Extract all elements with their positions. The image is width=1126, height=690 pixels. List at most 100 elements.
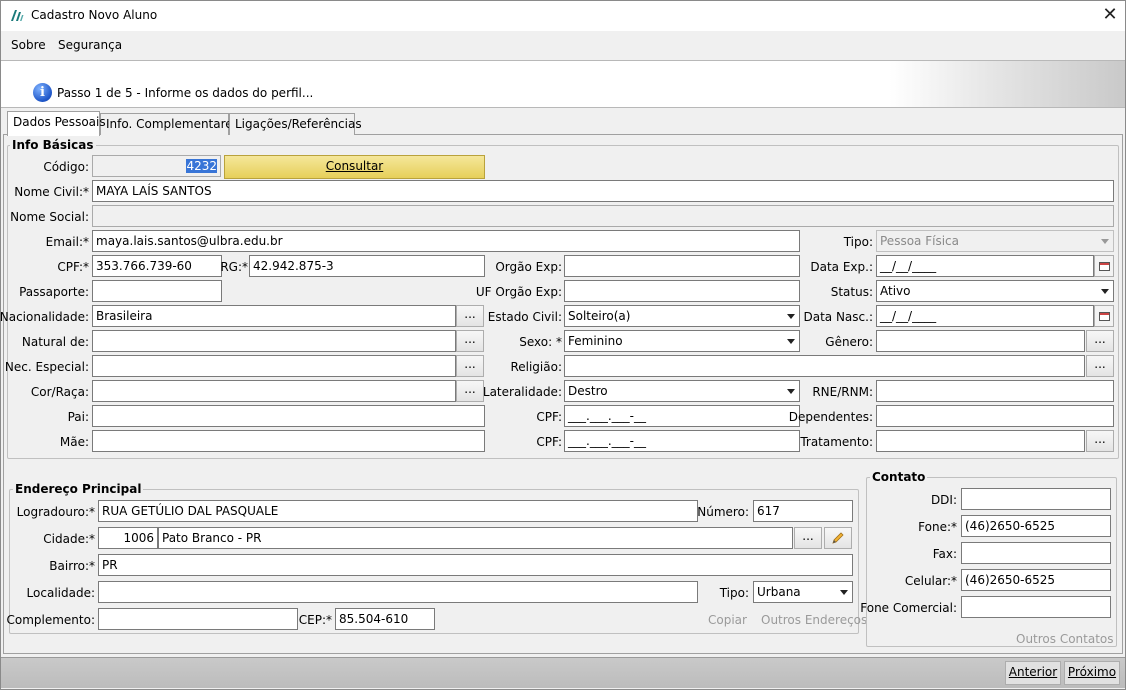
cor-raca-label: Cor/Raça: bbox=[30, 385, 89, 399]
orgao-exp-label: Orgão Exp: bbox=[495, 260, 562, 274]
cep-label: CEP:* bbox=[298, 613, 332, 627]
nome-civil-label: Nome Civil:* bbox=[14, 185, 89, 199]
tab-dados-pessoais[interactable]: Dados Pessoais bbox=[7, 111, 106, 136]
fone-field[interactable]: (46)2650-6525 bbox=[961, 515, 1111, 537]
nome-civil-field[interactable]: MAYA LAÍS SANTOS bbox=[92, 180, 1114, 202]
genero-label: Gênero: bbox=[825, 335, 873, 349]
nome-social-field[interactable] bbox=[92, 205, 1114, 227]
menu-sobre[interactable]: Sobre bbox=[11, 38, 46, 52]
email-label: Email:* bbox=[45, 235, 89, 249]
ddi-label: DDI: bbox=[930, 493, 957, 507]
app-logo-icon bbox=[11, 10, 24, 21]
localidade-field[interactable] bbox=[98, 581, 698, 603]
natural-lookup-button[interactable]: ... bbox=[456, 330, 484, 352]
fax-field[interactable] bbox=[961, 542, 1111, 564]
title-bar bbox=[1, 1, 1125, 31]
religiao-lookup-button[interactable]: ... bbox=[1086, 355, 1114, 377]
pai-label: Pai: bbox=[67, 410, 89, 424]
dependentes-label: Dependentes: bbox=[788, 410, 873, 424]
nome-social-label: Nome Social: bbox=[10, 210, 89, 224]
menu-bar bbox=[1, 31, 1125, 59]
outros-contatos-link[interactable]: Outros Contatos bbox=[1016, 632, 1114, 646]
edit-cidade-button[interactable] bbox=[824, 527, 852, 549]
genero-lookup-button[interactable]: ... bbox=[1086, 330, 1114, 352]
bairro-field[interactable]: PR bbox=[98, 554, 853, 576]
rne-field[interactable] bbox=[876, 380, 1114, 402]
dependentes-field[interactable] bbox=[876, 405, 1114, 427]
tratamento-lookup-button[interactable]: ... bbox=[1086, 430, 1114, 452]
fone-label: Fone:* bbox=[918, 520, 957, 534]
uf-orgao-field[interactable] bbox=[564, 280, 800, 302]
cor-raca-lookup-button[interactable]: ... bbox=[456, 380, 484, 402]
natural-field[interactable] bbox=[92, 330, 456, 352]
cpf-mae-field[interactable]: ___.___.___-__ bbox=[564, 430, 800, 452]
menu-seguranca[interactable]: Segurança bbox=[58, 38, 122, 52]
pencil-icon bbox=[832, 532, 844, 544]
data-nasc-label: Data Nasc.: bbox=[803, 310, 873, 324]
cidade-label: Cidade:* bbox=[43, 532, 95, 546]
lateralidade-select[interactable]: Destro bbox=[564, 380, 800, 402]
tipo-endereco-select[interactable]: Urbana bbox=[753, 581, 853, 603]
pai-field[interactable] bbox=[92, 405, 485, 427]
rg-field[interactable]: 42.942.875-3 bbox=[249, 255, 485, 277]
cidade-lookup-button[interactable]: ... bbox=[794, 527, 822, 549]
nacionalidade-field[interactable]: Brasileira bbox=[92, 305, 456, 327]
complemento-label: Complemento: bbox=[6, 613, 95, 627]
sexo-select[interactable]: Feminino bbox=[564, 330, 800, 352]
cpf-field[interactable]: 353.766.739-60 bbox=[92, 255, 222, 277]
genero-field[interactable] bbox=[876, 330, 1085, 352]
nacionalidade-lookup-button[interactable]: ... bbox=[456, 305, 484, 327]
uf-orgao-label: UF Orgão Exp: bbox=[475, 285, 562, 299]
passaporte-label: Passaporte: bbox=[19, 285, 89, 299]
cep-field[interactable]: 85.504-610 bbox=[335, 608, 435, 630]
consultar-button[interactable]: Consultar bbox=[224, 155, 485, 179]
codigo-field[interactable]: 4232 bbox=[92, 155, 221, 177]
status-label: Status: bbox=[830, 285, 873, 299]
proximo-button[interactable]: Próximo bbox=[1064, 661, 1120, 685]
copiar-link[interactable]: Copiar bbox=[708, 613, 747, 627]
calendar-icon[interactable] bbox=[1094, 305, 1114, 327]
natural-label: Natural de: bbox=[21, 335, 89, 349]
logradouro-field[interactable]: RUA GETÚLIO DAL PASQUALE bbox=[98, 500, 698, 522]
close-icon[interactable]: ✕ bbox=[1098, 4, 1122, 26]
fone-comercial-field[interactable] bbox=[961, 596, 1111, 618]
religiao-field[interactable] bbox=[564, 355, 1085, 377]
complemento-field[interactable] bbox=[98, 608, 298, 630]
cpf-pai-field[interactable]: ___.___.___-__ bbox=[564, 405, 800, 427]
cidade-field[interactable]: Pato Branco - PR bbox=[158, 527, 793, 549]
celular-field[interactable]: (46)2650-6525 bbox=[961, 569, 1111, 591]
cpf-pai-label: CPF: bbox=[536, 410, 562, 424]
status-select[interactable]: Ativo bbox=[876, 280, 1114, 302]
nec-especial-lookup-button[interactable]: ... bbox=[456, 355, 484, 377]
contato-legend: Contato bbox=[870, 470, 928, 484]
calendar-icon[interactable] bbox=[1094, 255, 1114, 277]
ddi-field[interactable] bbox=[961, 488, 1111, 510]
logradouro-label: Logradouro:* bbox=[16, 505, 95, 519]
nec-especial-field[interactable] bbox=[92, 355, 456, 377]
outros-enderecos-link[interactable]: Outros Endereços bbox=[761, 613, 867, 627]
estado-civil-select[interactable]: Solteiro(a) bbox=[564, 305, 800, 327]
endereco-legend: Endereço Principal bbox=[13, 482, 144, 496]
lateralidade-label: Lateralidade: bbox=[482, 385, 562, 399]
localidade-label: Localidade: bbox=[26, 586, 95, 600]
nacionalidade-label: Nacionalidade: bbox=[0, 310, 89, 324]
tipo-select[interactable]: Pessoa Física bbox=[876, 230, 1114, 252]
mae-field[interactable] bbox=[92, 430, 485, 452]
step-text: Passo 1 de 5 - Informe os dados do perfi… bbox=[57, 86, 314, 100]
data-exp-field[interactable]: __/__/____ bbox=[876, 255, 1094, 277]
numero-label: Número: bbox=[697, 505, 749, 519]
codigo-label: Código: bbox=[43, 160, 89, 174]
tratamento-field[interactable] bbox=[876, 430, 1085, 452]
numero-field[interactable]: 617 bbox=[753, 500, 853, 522]
estado-civil-label: Estado Civil: bbox=[487, 310, 562, 324]
anterior-button[interactable]: Anterior bbox=[1005, 661, 1061, 685]
email-field[interactable]: maya.lais.santos@ulbra.edu.br bbox=[92, 230, 800, 252]
data-nasc-field[interactable]: __/__/____ bbox=[876, 305, 1094, 327]
tab-info-complementares[interactable]: Info. Complementares bbox=[100, 113, 239, 135]
cpf-mae-label: CPF: bbox=[536, 435, 562, 449]
orgao-exp-field[interactable] bbox=[564, 255, 800, 277]
passaporte-field[interactable] bbox=[92, 280, 222, 302]
cor-raca-field[interactable] bbox=[92, 380, 456, 402]
cidade-codigo-field[interactable]: 1006 bbox=[98, 527, 158, 549]
tab-ligacoes-referencias[interactable]: Ligações/Referências bbox=[229, 113, 362, 135]
